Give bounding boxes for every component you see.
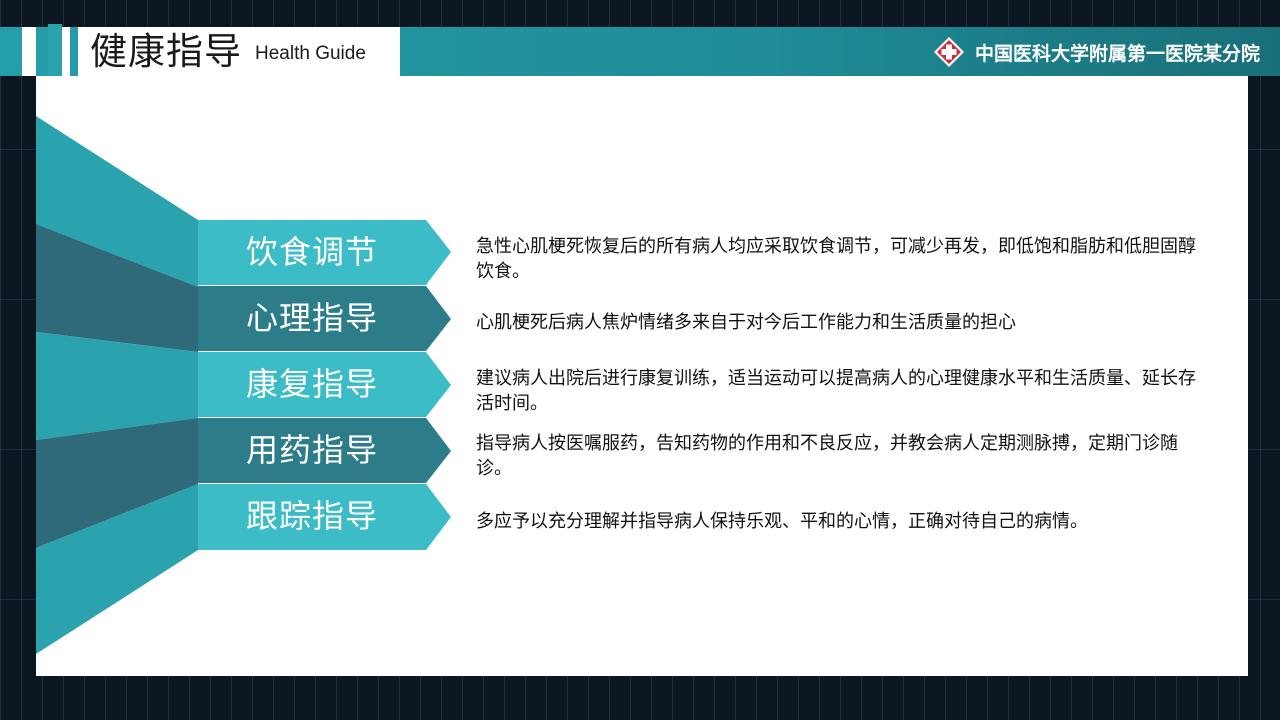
page-title: 健康指导 [90,30,242,73]
desc-diet: 急性心肌梗死恢复后的所有病人均应采取饮食调节，可减少再发，即低饱和脂肪和低胆固醇… [476,236,1196,282]
label-rehabilitation: 康复指导 [245,365,378,403]
hospital-brand: 中国医科大学附属第一医院某分院 [933,36,1260,68]
label-medication: 用药指导 [245,431,378,469]
desc-rehabilitation: 建议病人出院后进行康复训练，适当运动可以提高病人的心理健康水平和生活质量、延长存… [476,368,1196,414]
header-accent-bar [22,27,36,76]
label-diet: 饮食调节 [245,233,378,271]
label-psychology: 心理指导 [245,299,378,337]
label-follow-up: 跟踪指导 [245,497,378,535]
header-accent-bar [62,27,70,76]
desc-medication: 指导病人按医嘱服药，告知药物的作用和不良反应，并教会病人定期测脉搏，定期门诊随诊… [476,433,1178,479]
desc-psychology: 心肌梗死后病人焦炉情绪多来自于对今后工作能力和生活质量的担心 [476,312,1016,333]
desc-follow-up: 多应予以充分理解并指导病人保持乐观、平和的心情，正确对待自己的病情。 [476,511,1088,532]
red-cross-icon [933,37,964,67]
page-subtitle: Health Guide [255,43,366,64]
hospital-name: 中国医科大学附属第一医院某分院 [974,42,1260,65]
header-accent-bar [48,24,62,76]
